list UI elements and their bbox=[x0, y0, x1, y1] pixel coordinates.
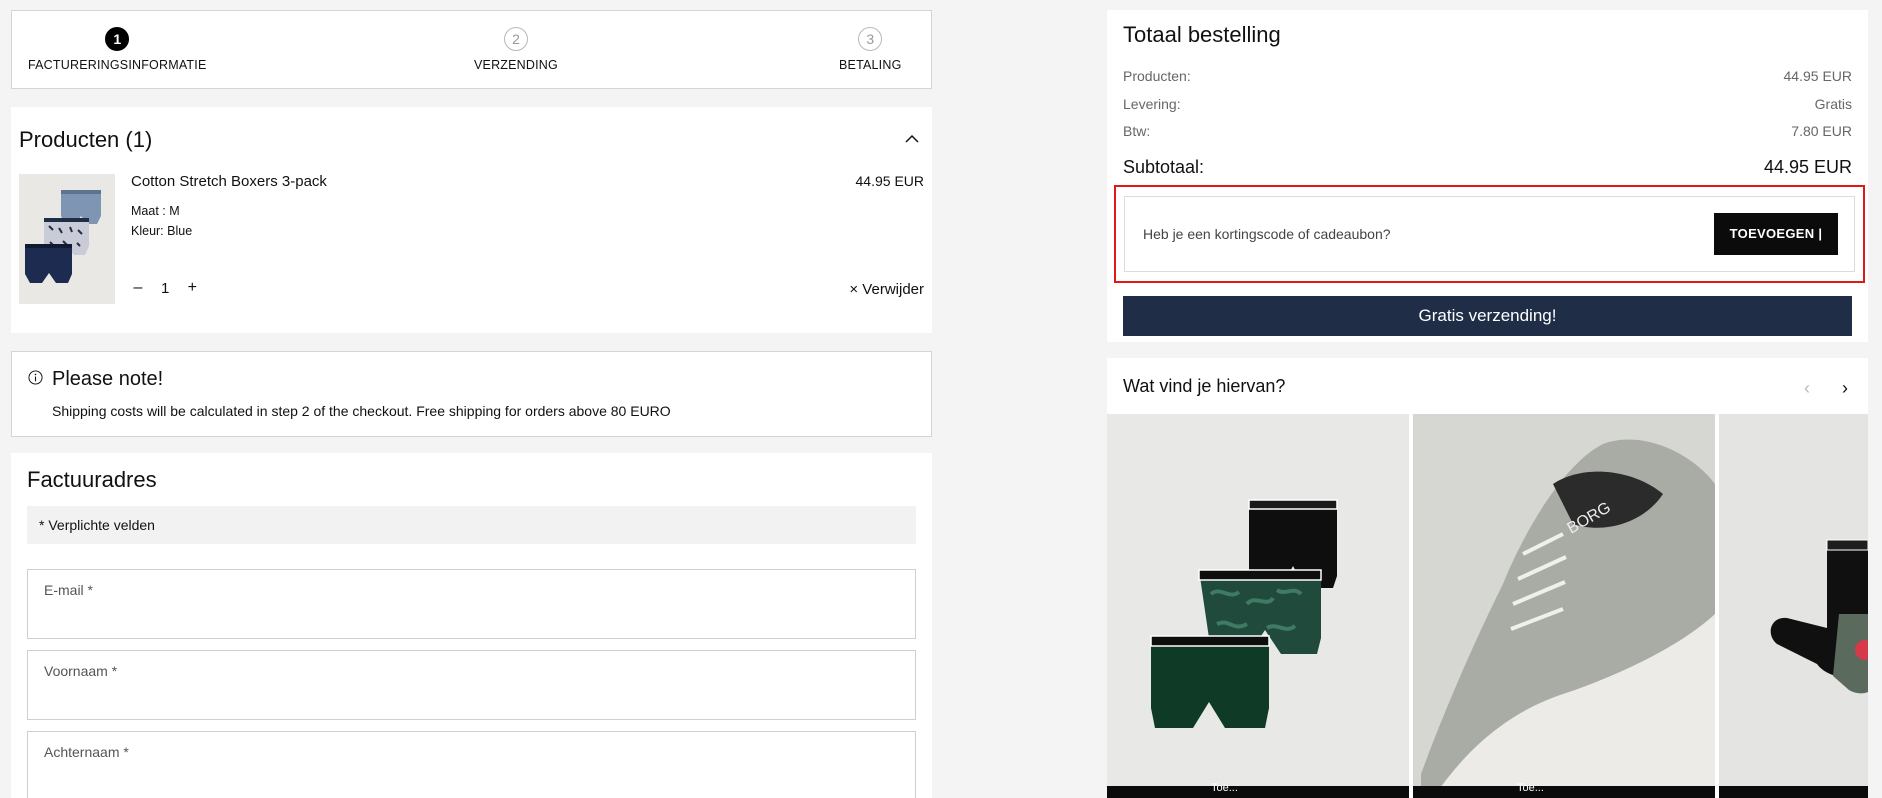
field-label: E-mail * bbox=[44, 582, 94, 598]
first-name-field[interactable]: Voornaam * bbox=[27, 650, 916, 720]
carousel-next-button[interactable]: › bbox=[1842, 378, 1848, 399]
last-name-field[interactable]: Achternaam * bbox=[27, 731, 916, 798]
field-label: Achternaam * bbox=[44, 744, 129, 760]
product-price: 44.95 EUR bbox=[855, 173, 924, 189]
add-to-cart-label: Toe... bbox=[1211, 782, 1238, 794]
row-label: Btw: bbox=[1123, 123, 1151, 139]
summary-row-vat: Btw: 7.80 EUR bbox=[1123, 123, 1852, 139]
step-label: BETALING bbox=[839, 58, 902, 72]
recommended-product-boxers[interactable]: Toe... bbox=[1107, 414, 1409, 798]
quantity-decrease-button[interactable]: – bbox=[131, 279, 145, 297]
step-number: 1 bbox=[105, 27, 130, 51]
sneaker-image: BORG bbox=[1413, 414, 1715, 798]
add-coupon-button[interactable]: TOEVOEGEN | bbox=[1714, 213, 1838, 255]
row-value: 7.80 EUR bbox=[1791, 123, 1852, 139]
product-image[interactable] bbox=[19, 174, 115, 304]
products-title: Producten (1) bbox=[19, 127, 153, 152]
step-payment[interactable]: 3 BETALING bbox=[839, 27, 902, 72]
step-label: VERZENDING bbox=[474, 58, 558, 72]
quantity-stepper: – 1 + bbox=[131, 279, 199, 297]
field-label: Voornaam * bbox=[44, 663, 118, 679]
summary-row-delivery: Levering: Gratis bbox=[1123, 96, 1852, 112]
summary-row-products: Producten: 44.95 EUR bbox=[1123, 68, 1852, 84]
add-to-cart-bar[interactable]: Toe... bbox=[1413, 782, 1715, 798]
add-to-cart-bar[interactable]: Toe... bbox=[1107, 782, 1409, 798]
coupon-highlight: Heb je een kortingscode of cadeaubon? TO… bbox=[1114, 185, 1865, 283]
billing-address-title: Factuuradres bbox=[27, 467, 157, 492]
coupon-box: Heb je een kortingscode of cadeaubon? TO… bbox=[1124, 196, 1855, 272]
row-label: Levering: bbox=[1123, 96, 1181, 112]
step-number: 2 bbox=[503, 27, 528, 51]
order-summary: Totaal bestelling Producten: 44.95 EUR L… bbox=[1107, 10, 1868, 342]
product-size: Maat : M bbox=[131, 204, 180, 218]
note-title: Please note! bbox=[52, 368, 164, 390]
products-panel: Producten (1) Cotton Stretch Boxers 3-pa… bbox=[11, 107, 932, 333]
summary-row-subtotal: Subtotaal: 44.95 EUR bbox=[1123, 157, 1852, 178]
step-billing[interactable]: 1 FACTURERINGSINFORMATIE bbox=[28, 27, 206, 72]
quantity-value: 1 bbox=[161, 279, 170, 297]
add-to-cart-label: Toe... bbox=[1517, 782, 1544, 794]
remove-item-button[interactable]: × Verwijder bbox=[849, 281, 924, 298]
recommended-product-sneaker[interactable]: BORG Toe... bbox=[1413, 414, 1715, 798]
row-label: Producten: bbox=[1123, 68, 1191, 84]
subtotal-label: Subtotaal: bbox=[1123, 157, 1205, 177]
row-value: 44.95 EUR bbox=[1783, 68, 1852, 84]
product-name[interactable]: Cotton Stretch Boxers 3-pack bbox=[131, 173, 327, 190]
chevron-up-icon[interactable] bbox=[904, 131, 920, 147]
free-shipping-button[interactable]: Gratis verzending! bbox=[1123, 296, 1852, 336]
quantity-increase-button[interactable]: + bbox=[185, 279, 199, 297]
recommended-product-socks[interactable] bbox=[1719, 414, 1868, 798]
boxers-image bbox=[1107, 414, 1409, 798]
step-shipping[interactable]: 2 VERZENDING bbox=[474, 27, 558, 72]
step-number: 3 bbox=[858, 27, 883, 51]
carousel-prev-button[interactable]: ‹ bbox=[1804, 378, 1810, 399]
coupon-input[interactable]: Heb je een kortingscode of cadeaubon? bbox=[1143, 226, 1391, 242]
summary-title: Totaal bestelling bbox=[1123, 22, 1281, 47]
product-color: Kleur: Blue bbox=[131, 224, 193, 238]
row-value: Gratis bbox=[1814, 96, 1852, 112]
required-fields-notice: * Verplichte velden bbox=[27, 506, 916, 544]
add-to-cart-bar[interactable] bbox=[1719, 786, 1868, 798]
email-field[interactable]: E-mail * bbox=[27, 569, 916, 639]
shipping-note: Please note! Shipping costs will be calc… bbox=[11, 351, 932, 437]
recommendations-title: Wat vind je hiervan? bbox=[1123, 376, 1286, 396]
checkout-steps: 1 FACTURERINGSINFORMATIE 2 VERZENDING 3 … bbox=[11, 10, 932, 89]
info-icon bbox=[28, 370, 43, 385]
step-label: FACTURERINGSINFORMATIE bbox=[28, 58, 207, 72]
subtotal-value: 44.95 EUR bbox=[1763, 157, 1852, 177]
recommendations-panel: Wat vind je hiervan? ‹ › Toe... BORG Toe… bbox=[1107, 358, 1868, 798]
note-body: Shipping costs will be calculated in ste… bbox=[52, 403, 671, 419]
billing-address-form: Factuuradres * Verplichte velden E-mail … bbox=[11, 453, 932, 798]
socks-image bbox=[1719, 414, 1868, 798]
